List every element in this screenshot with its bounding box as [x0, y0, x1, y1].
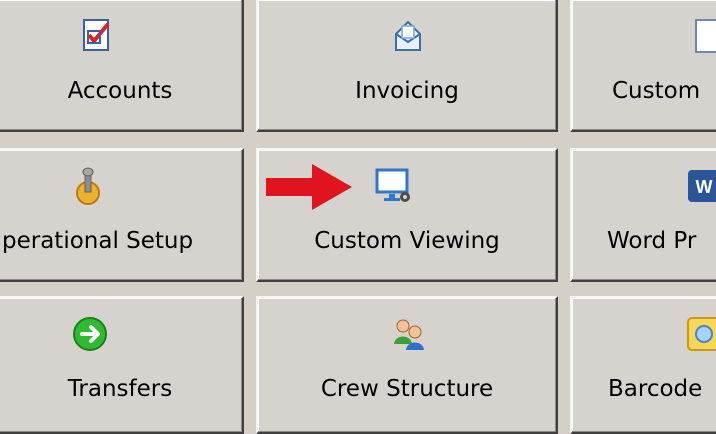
monitor-gear-icon: [374, 166, 414, 206]
barcode-label: Barcode: [608, 376, 703, 402]
word-label: Word Pr: [607, 228, 697, 254]
svg-text:W: W: [696, 177, 713, 197]
green-arrow-circle-icon: [70, 314, 110, 354]
crew-structure-label: Crew Structure: [320, 376, 494, 402]
invoice-envelope-icon: [388, 16, 428, 56]
custom-viewing-label: Custom Viewing: [314, 228, 500, 254]
invoicing-tile[interactable]: Invoicing: [256, 0, 558, 132]
users-icon: [388, 314, 428, 354]
accounts-label: Accounts: [67, 78, 173, 104]
joystick-gear-icon: [68, 166, 108, 206]
annotation-arrow: [264, 160, 356, 218]
crew-structure-tile[interactable]: Crew Structure: [256, 296, 558, 434]
barcode-tile[interactable]: Barcode: [570, 296, 716, 434]
operational-setup-tile[interactable]: perational Setup: [0, 148, 244, 282]
customers-label: Custom: [612, 78, 701, 104]
barcode-icon: [684, 314, 716, 354]
red-arrow-icon: [266, 164, 352, 210]
checklist-icon: [78, 16, 118, 56]
invoicing-label: Invoicing: [355, 78, 459, 104]
customers-tile[interactable]: Custom: [570, 0, 716, 132]
document-icon: [684, 16, 716, 56]
transfers-label: Transfers: [67, 376, 173, 402]
word-icon: W: [684, 166, 716, 206]
operational-setup-label: perational Setup: [2, 228, 194, 254]
transfers-tile[interactable]: Transfers: [0, 296, 244, 434]
word-tile[interactable]: W Word Pr: [570, 148, 716, 282]
accounts-tile[interactable]: Accounts: [0, 0, 244, 132]
